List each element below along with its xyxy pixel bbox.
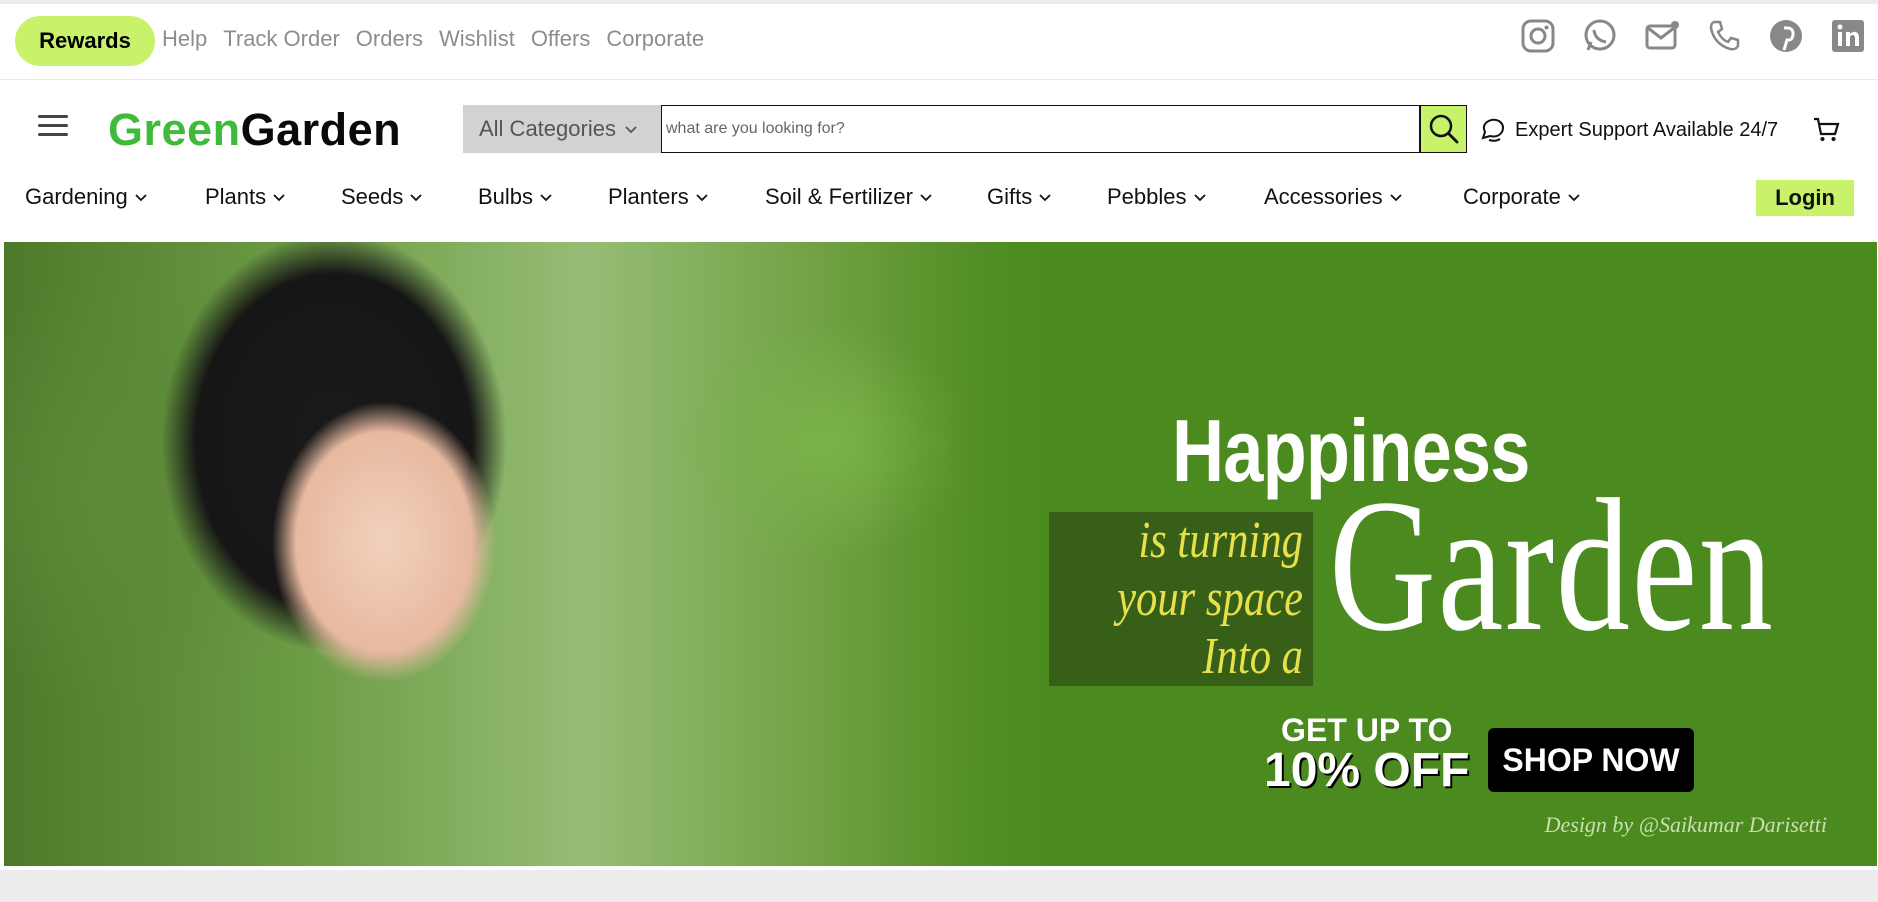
chevron-down-icon (1193, 194, 1206, 202)
chevron-down-icon (1039, 194, 1051, 202)
nav-pebbles-label: Pebbles (1107, 184, 1187, 209)
nav-corporate[interactable]: Corporate (1463, 184, 1581, 210)
nav-soil-fertilizer-label: Soil & Fertilizer (765, 184, 913, 209)
nav-seeds[interactable]: Seeds (341, 184, 423, 210)
nav-gifts-label: Gifts (987, 184, 1033, 209)
orders-link[interactable]: Orders (356, 26, 423, 52)
nav-gardening[interactable]: Gardening (25, 184, 148, 210)
chat-icon (1481, 118, 1504, 142)
chevron-down-icon (1568, 194, 1580, 202)
hero-banner[interactable]: Happiness is turning your space Into a G… (4, 242, 1877, 866)
main-header: GreenGarden All Categories Expert Suppor… (0, 80, 1878, 180)
nav-accessories-label: Accessories (1264, 184, 1383, 209)
search-icon (1429, 114, 1458, 144)
wishlist-link[interactable]: Wishlist (439, 26, 515, 52)
nav-seeds-label: Seeds (341, 184, 404, 209)
category-nav: Gardening Plants Seeds Bulbs Planters So… (0, 180, 1878, 236)
chevron-down-icon (625, 126, 637, 134)
nav-plants[interactable]: Plants (205, 184, 286, 210)
menu-icon[interactable] (38, 115, 68, 137)
social-icons (1520, 18, 1866, 54)
linkedin-icon[interactable] (1830, 18, 1866, 54)
page-bottom-strip (0, 870, 1878, 902)
nav-accessories[interactable]: Accessories (1264, 184, 1403, 210)
nav-planters-label: Planters (608, 184, 689, 209)
top-bar: Rewards Help Track Order Orders Wishlist… (0, 4, 1878, 80)
category-dropdown[interactable]: All Categories (463, 105, 661, 153)
chevron-down-icon (696, 194, 708, 202)
nav-planters[interactable]: Planters (608, 184, 709, 210)
offers-link[interactable]: Offers (531, 26, 591, 52)
track-order-link[interactable]: Track Order (223, 26, 340, 52)
corporate-link[interactable]: Corporate (606, 26, 704, 52)
instagram-icon[interactable] (1520, 18, 1556, 54)
chevron-down-icon (1389, 194, 1402, 202)
nav-bulbs-label: Bulbs (478, 184, 534, 209)
hero-line-3: Into a (1202, 628, 1303, 685)
chevron-down-icon (273, 194, 285, 202)
design-credit: Design by @Saikumar Darisetti (1544, 812, 1827, 837)
nav-pebbles[interactable]: Pebbles (1107, 184, 1207, 210)
offer-line-1: GET UP TO (1281, 712, 1453, 748)
hero-line-2: your space (1117, 570, 1303, 627)
top-links: Help Track Order Orders Wishlist Offers … (162, 26, 704, 52)
phone-icon[interactable] (1706, 18, 1742, 54)
nav-soil-fertilizer[interactable]: Soil & Fertilizer (765, 184, 933, 210)
chevron-down-icon (920, 194, 932, 202)
cart-icon (1814, 117, 1840, 141)
mail-icon[interactable] (1644, 18, 1680, 54)
help-link[interactable]: Help (162, 26, 207, 52)
whatsapp-icon[interactable] (1582, 18, 1618, 54)
hero-big-word: Garden (1329, 461, 1775, 671)
support-text: Expert Support Available 24/7 (1515, 118, 1779, 141)
nav-gifts[interactable]: Gifts (987, 184, 1052, 210)
chevron-down-icon (540, 194, 552, 202)
nav-corporate-label: Corporate (1463, 184, 1561, 209)
search-button[interactable] (1420, 105, 1467, 153)
hero-offer: GET UP TO 10% OFF (1264, 712, 1470, 797)
rewards-button[interactable]: Rewards (15, 16, 155, 66)
category-label: All Categories (479, 116, 616, 141)
chevron-down-icon (135, 194, 147, 202)
site-logo[interactable]: GreenGarden (108, 104, 401, 156)
nav-plants-label: Plants (205, 184, 267, 209)
shop-now-button[interactable]: SHOP NOW (1488, 728, 1694, 792)
hero-line-1: is turning (1138, 512, 1303, 569)
pinterest-icon[interactable] (1768, 18, 1804, 54)
cart-button[interactable] (1812, 116, 1840, 149)
nav-gardening-label: Gardening (25, 184, 128, 209)
logo-green-part: Green (108, 104, 241, 155)
search-input[interactable] (661, 105, 1420, 153)
nav-bulbs[interactable]: Bulbs (478, 184, 553, 210)
login-button[interactable]: Login (1756, 180, 1854, 216)
offer-line-2: 10% OFF (1264, 744, 1470, 797)
expert-support[interactable]: Expert Support Available 24/7 (1479, 116, 1778, 144)
chevron-down-icon (410, 194, 423, 202)
hero-subtext-box: is turning your space Into a (1049, 512, 1313, 686)
logo-garden-part: Garden (240, 104, 402, 155)
